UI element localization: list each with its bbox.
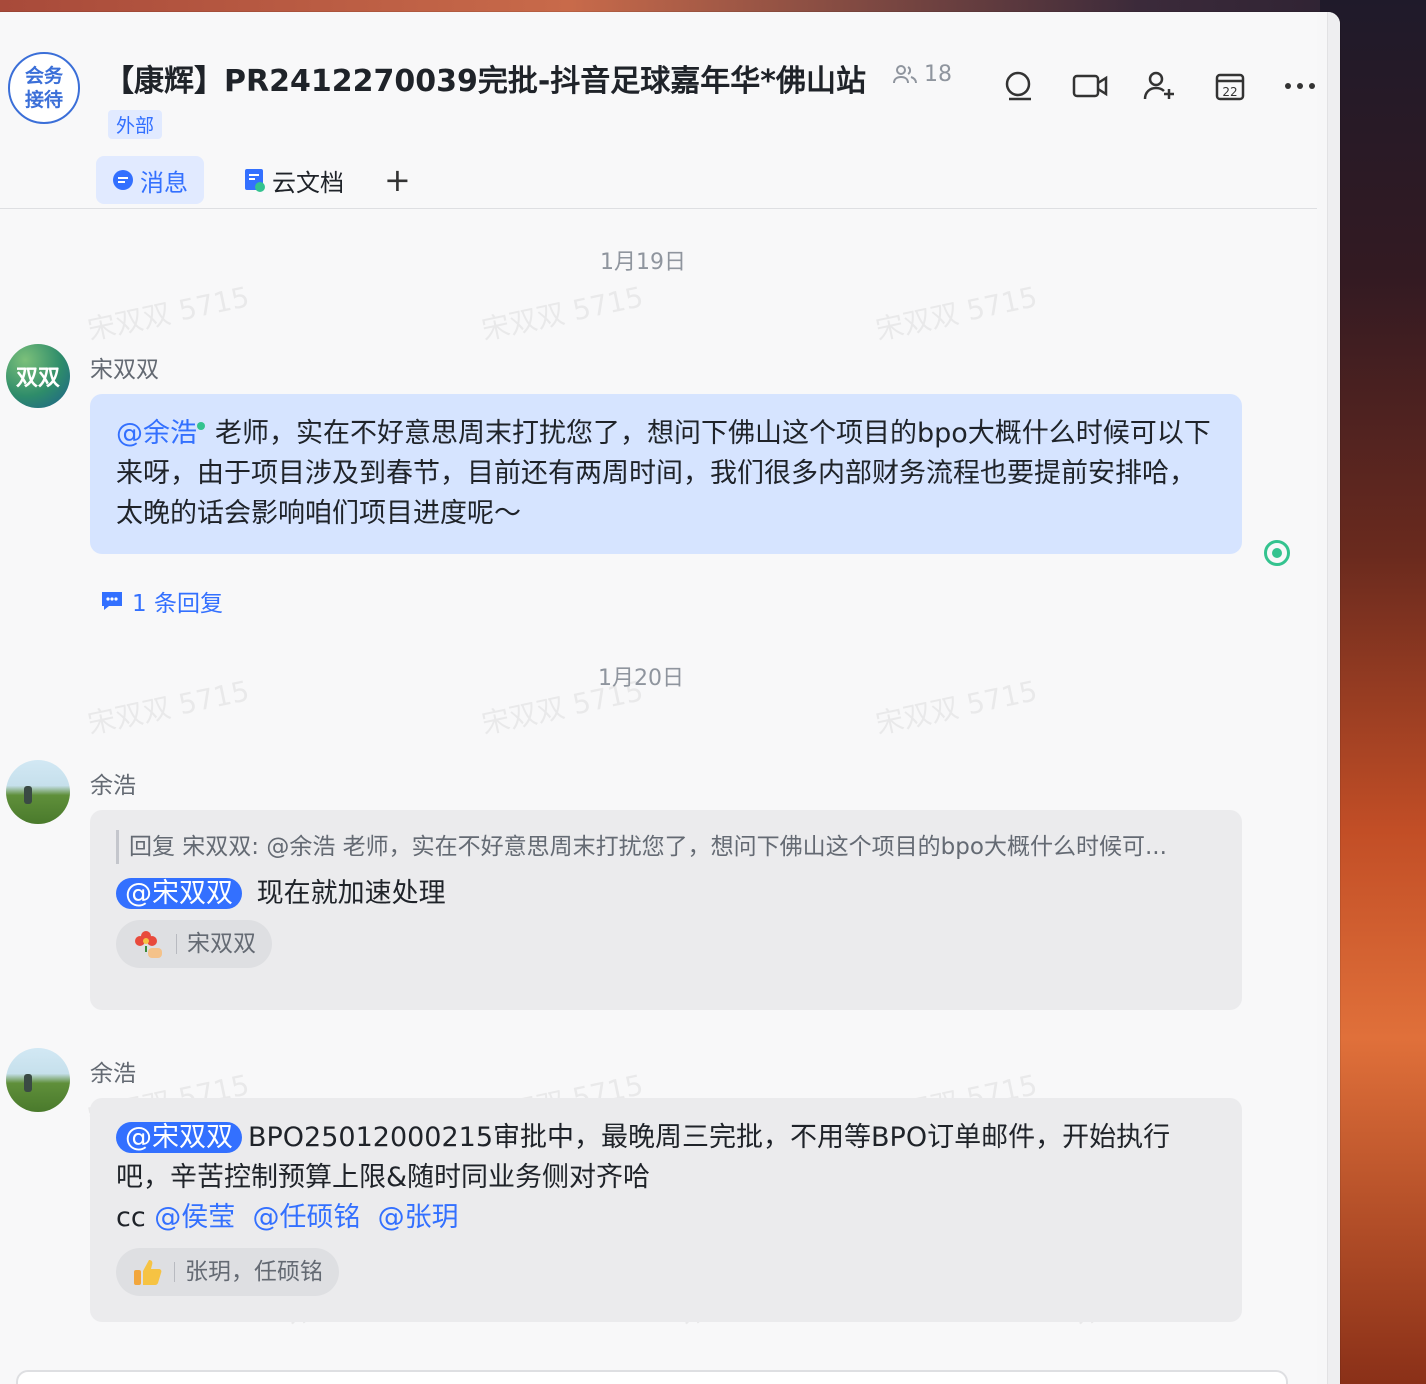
message-bubble[interactable]: @宋双双 BPO25012000215审批中，最晚周三完批，不用等BPO订单邮件，… — [90, 1098, 1242, 1322]
message-composer[interactable] — [16, 1370, 1288, 1384]
chat-tabs: 消息 云文档 + — [96, 156, 411, 204]
doc-icon — [245, 169, 265, 192]
add-member-icon[interactable] — [1140, 66, 1180, 106]
mention-link[interactable]: @余浩 — [116, 418, 197, 449]
window-right-border — [1327, 12, 1340, 1384]
message-text: 吧，辛苦控制预算上限&随时同业务侧对齐哈 — [116, 1162, 651, 1193]
tab-label: 消息 — [140, 168, 188, 197]
member-count-value: 18 — [924, 62, 952, 87]
thumbs-up-emoji-icon — [134, 1260, 162, 1285]
avatar[interactable] — [6, 760, 70, 824]
cc-prefix: cc — [116, 1202, 146, 1233]
message-text: 现在就加速处理 — [256, 878, 446, 909]
video-call-icon[interactable] — [1070, 66, 1110, 106]
add-tab-button[interactable]: + — [384, 161, 411, 199]
avatar[interactable] — [6, 1048, 70, 1112]
reaction-separator — [174, 1262, 175, 1282]
header-divider — [0, 208, 1317, 209]
reply-bubble-icon — [102, 592, 122, 610]
cc-line: cc @侯莹 @任硕铭 @张玥 — [116, 1198, 1216, 1238]
calendar-day-label: 22 — [1222, 85, 1237, 99]
sender-name[interactable]: 宋双双 — [90, 350, 159, 384]
member-count-button[interactable]: 18 — [892, 62, 952, 87]
more-icon[interactable] — [1280, 66, 1320, 106]
thread-reply-link[interactable]: 1 条回复 — [100, 584, 223, 618]
reaction-users: 宋双双 — [187, 931, 256, 957]
mention-link[interactable]: @侯莹 — [154, 1202, 235, 1233]
members-icon — [893, 64, 917, 83]
watermark: 宋双双 5715 — [84, 280, 253, 347]
watermark: 宋双双 5715 — [84, 674, 253, 741]
tab-docs[interactable]: 云文档 — [228, 156, 360, 204]
message-body: @宋双双 现在就加速处理 — [116, 874, 1216, 914]
chat-panel: 宋双双 5715 宋双双 5715 宋双双 5715 宋双双 5715 宋双双 … — [0, 12, 1317, 1384]
mention-chip[interactable]: @宋双双 — [116, 1122, 242, 1153]
chat-window: 宋双双 5715 宋双双 5715 宋双双 5715 宋双双 5715 宋双双 … — [0, 12, 1340, 1384]
search-icon[interactable] — [1000, 66, 1040, 106]
avatar-text: 双双 — [15, 366, 60, 391]
mention-link[interactable]: @张玥 — [378, 1202, 459, 1233]
message-body: @宋双双 BPO25012000215审批中，最晚周三完批，不用等BPO订单邮件，… — [116, 1118, 1216, 1158]
mention-chip[interactable]: @宋双双 — [116, 878, 242, 909]
group-avatar[interactable]: 会务 接待 — [8, 52, 80, 124]
reaction-separator — [176, 934, 177, 954]
message-icon — [113, 170, 133, 190]
mention-link[interactable]: @任硕铭 — [252, 1202, 360, 1233]
watermark: 宋双双 5715 — [872, 674, 1041, 741]
tab-messages[interactable]: 消息 — [96, 156, 204, 204]
reaction-pill[interactable]: 宋双双 — [116, 920, 272, 968]
sender-name[interactable]: 余浩 — [90, 766, 136, 800]
avatar[interactable]: 双双 — [6, 344, 70, 408]
quoted-reply[interactable]: 回复 宋双双: @余浩 老师，实在不好意思周末打扰您了，想问下佛山这个项目的bp… — [116, 830, 1216, 864]
watermark: 宋双双 5715 — [872, 280, 1041, 347]
header-toolbar: 22 — [1000, 66, 1320, 106]
calendar-icon[interactable]: 22 — [1210, 66, 1250, 106]
reaction-pill[interactable]: 张玥，任硕铭 — [116, 1248, 339, 1296]
date-divider: 1月19日 — [600, 250, 686, 275]
chat-title[interactable]: 【康辉】PR2412270039完批-抖音足球嘉年华*佛山站 — [104, 56, 866, 100]
date-divider: 1月20日 — [598, 666, 684, 691]
message-bubble[interactable]: @余浩 老师，实在不好意思周末打扰您了，想问下佛山这个项目的bpo大概什么时候可以… — [90, 394, 1242, 554]
external-tag: 外部 — [108, 110, 163, 139]
watermark: 宋双双 5715 — [478, 280, 647, 347]
message-bubble[interactable]: 回复 宋双双: @余浩 老师，实在不好意思周末打扰您了，想问下佛山这个项目的bp… — [90, 810, 1242, 1010]
message-text: 老师，实在不好意思周末打扰您了，想问下佛山这个项目的bpo大概什么时候可以下来呀… — [116, 418, 1211, 529]
tab-label: 云文档 — [272, 168, 344, 197]
online-status-dot — [197, 422, 205, 430]
message-text: BPO25012000215审批中，最晚周三完批，不用等BPO订单邮件，开始执行 — [248, 1122, 1171, 1153]
group-avatar-text: 接待 — [24, 89, 63, 111]
sender-name[interactable]: 余浩 — [90, 1054, 136, 1088]
flower-emoji-icon — [135, 931, 162, 958]
group-avatar-text: 会务 — [24, 65, 63, 87]
reply-count-text: 1 条回复 — [132, 591, 223, 617]
reaction-users: 张玥，任硕铭 — [185, 1259, 323, 1285]
read-receipt-icon[interactable] — [1264, 540, 1290, 566]
